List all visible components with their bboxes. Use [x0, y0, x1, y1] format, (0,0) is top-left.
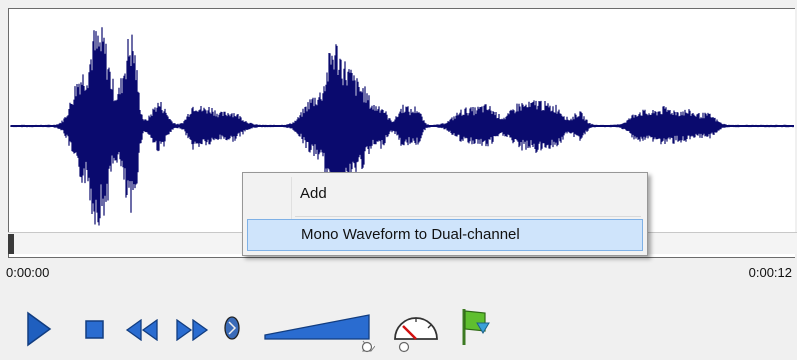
menu-separator — [295, 216, 641, 217]
rewind-icon[interactable] — [125, 319, 159, 341]
context-menu: Add Mono Waveform to Dual-channel — [242, 172, 648, 256]
scrollbar-thumb[interactable] — [8, 234, 14, 254]
speed-gauge-icon[interactable] — [391, 309, 441, 353]
record-marker-icon[interactable] — [223, 315, 241, 341]
time-start-label: 0:00:00 — [6, 265, 50, 280]
play-icon[interactable] — [26, 311, 52, 347]
time-end-label: 0:00:12 — [748, 265, 792, 280]
fast-forward-icon[interactable] — [175, 319, 209, 341]
menu-item-add[interactable]: Add — [247, 179, 643, 211]
playback-controls — [0, 295, 797, 360]
stop-icon[interactable] — [85, 320, 105, 340]
volume-slider-icon[interactable] — [263, 309, 375, 353]
green-flag-icon[interactable] — [459, 307, 493, 347]
menu-item-mono-to-dual[interactable]: Mono Waveform to Dual-channel — [247, 219, 643, 251]
